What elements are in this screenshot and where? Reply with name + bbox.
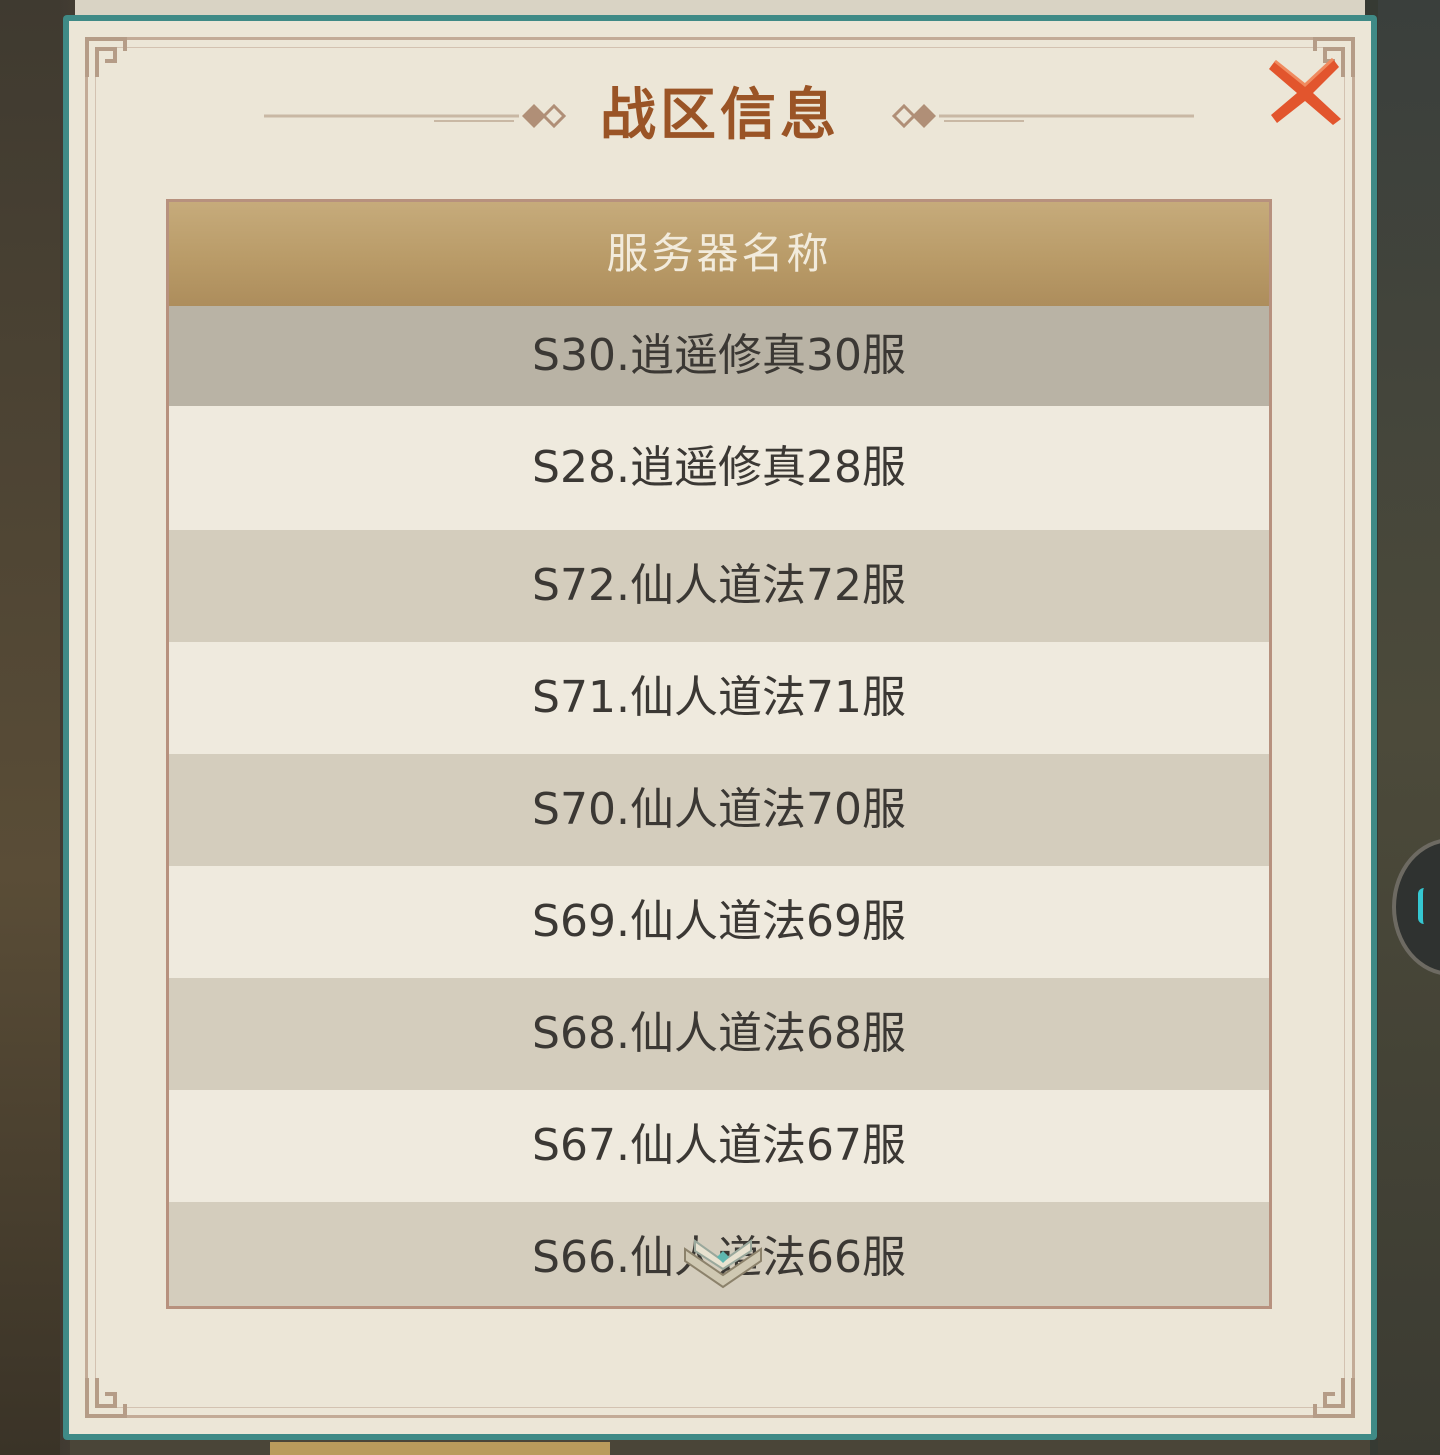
- background-gold-bar: [270, 1442, 610, 1455]
- scroll-down-button[interactable]: [681, 1231, 765, 1291]
- table-row[interactable]: S67.仙人道法67服: [169, 1090, 1269, 1202]
- table-row[interactable]: S68.仙人道法68服: [169, 978, 1269, 1090]
- corner-ornament-icon: [83, 35, 129, 81]
- dial-indicator-icon: [1418, 888, 1431, 924]
- corner-ornament-icon: [83, 1374, 129, 1420]
- table-row[interactable]: S28.逍遥修真28服: [169, 406, 1269, 530]
- dialog-paper: 战区信息 服务器名称 S30.逍遥修真30服 S28.逍遥修真28服 S72.仙…: [69, 21, 1371, 1434]
- table-row[interactable]: S30.逍遥修真30服: [169, 306, 1269, 406]
- table-row[interactable]: S70.仙人道法70服: [169, 754, 1269, 866]
- server-list[interactable]: S30.逍遥修真30服 S28.逍遥修真28服 S72.仙人道法72服 S71.…: [169, 306, 1269, 1306]
- game-screen: 战区信息 服务器名称 S30.逍遥修真30服 S28.逍遥修真28服 S72.仙…: [0, 0, 1440, 1455]
- table-row[interactable]: S71.仙人道法71服: [169, 642, 1269, 754]
- table-row[interactable]: S69.仙人道法69服: [169, 866, 1269, 978]
- background-bottom-strip: [70, 1440, 1370, 1455]
- background-left: [0, 0, 60, 1455]
- corner-ornament-icon: [1311, 1374, 1357, 1420]
- table-header-server-name: 服务器名称: [169, 202, 1269, 306]
- close-button[interactable]: [1267, 57, 1343, 127]
- zone-info-dialog: 战区信息 服务器名称 S30.逍遥修真30服 S28.逍遥修真28服 S72.仙…: [63, 15, 1377, 1440]
- background-right: [1378, 0, 1440, 1455]
- table-row[interactable]: S72.仙人道法72服: [169, 530, 1269, 642]
- close-x-icon: [1269, 57, 1341, 125]
- chevron-down-icon: [684, 1239, 762, 1289]
- title-bar: 战区信息: [69, 81, 1371, 151]
- server-table: 服务器名称 S30.逍遥修真30服 S28.逍遥修真28服 S72.仙人道法72…: [166, 199, 1272, 1309]
- title-ornament-right-icon: [884, 99, 1194, 133]
